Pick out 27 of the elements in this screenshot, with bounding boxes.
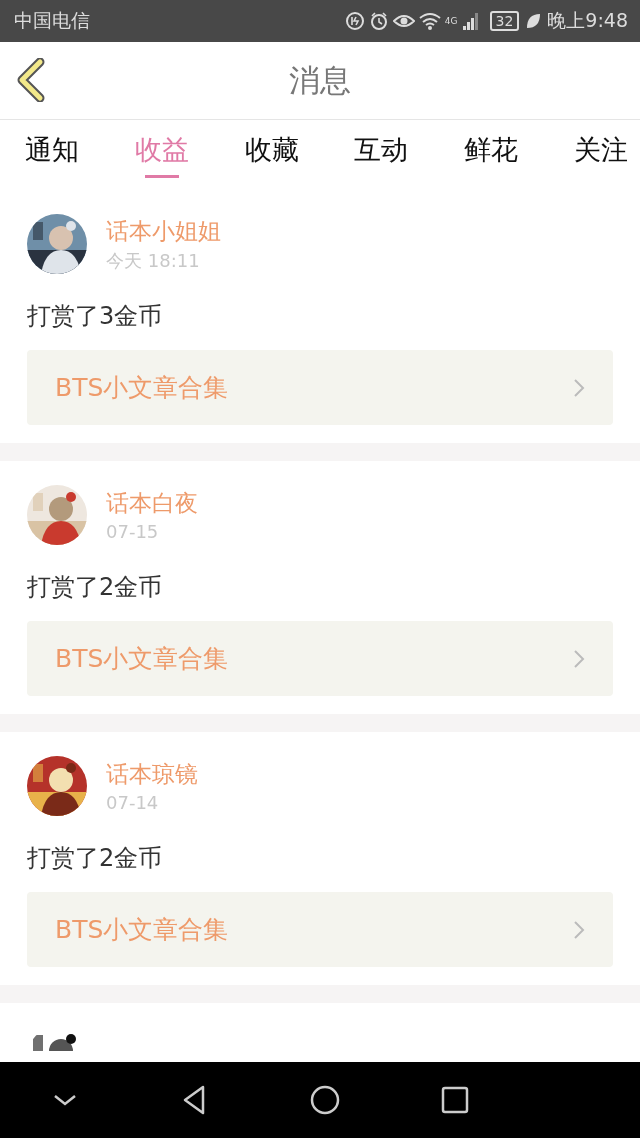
carrier-name: 中国电信 [14, 8, 90, 33]
message-text: 打赏了3金币 [27, 301, 164, 332]
tab[interactable]: 收藏 [244, 120, 299, 190]
message-text: 打赏了2金币 [27, 843, 164, 874]
article-link[interactable]: BTS小文章合集 [27, 350, 613, 425]
tab[interactable]: 关注 [574, 120, 628, 190]
battery-level: 32 [489, 11, 520, 31]
chevron-right-icon [573, 648, 585, 669]
back-button[interactable] [16, 58, 46, 102]
alarm-icon [368, 11, 389, 31]
leaf-icon [525, 12, 542, 30]
user-name[interactable]: 话本小姐姐 [106, 215, 221, 247]
article-link[interactable]: BTS小文章合集 [27, 892, 613, 967]
user-name[interactable]: 话本白夜 [106, 488, 198, 519]
chevron-right-icon [573, 377, 585, 398]
tab[interactable]: 鲜花 [464, 120, 519, 190]
wifi-icon [418, 11, 441, 31]
page-title: 消息 [289, 60, 351, 100]
article-link[interactable]: BTS小文章合集 [27, 621, 613, 696]
signal-icon [461, 11, 480, 31]
user-name[interactable]: 话本琼镜 [106, 759, 198, 790]
tab[interactable]: 通知 [25, 120, 79, 190]
message-text: 打赏了2金币 [27, 572, 164, 603]
network-type: 4G [444, 16, 458, 26]
tab[interactable]: 互动 [354, 120, 409, 190]
clock-time: 晚上9:48 [547, 8, 628, 33]
chevron-right-icon [573, 919, 585, 940]
